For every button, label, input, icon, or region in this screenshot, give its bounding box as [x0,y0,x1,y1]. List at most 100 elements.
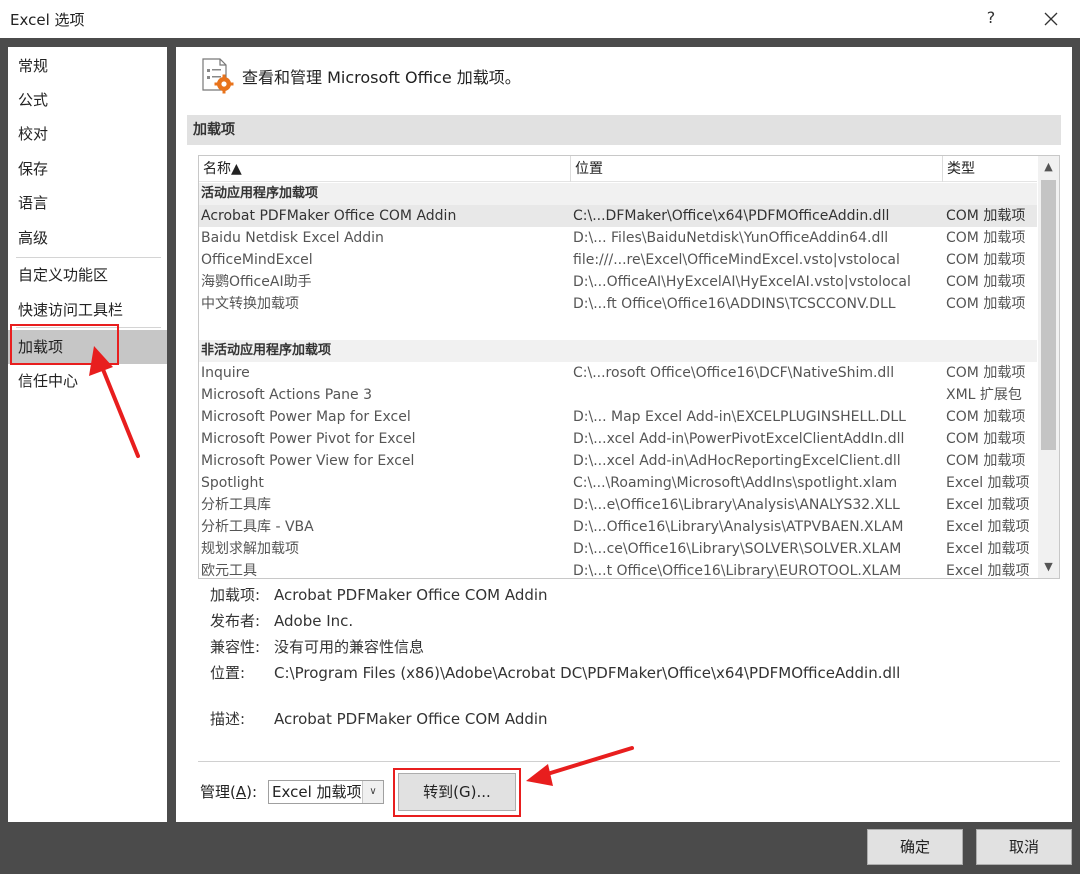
table-row[interactable]: Microsoft Power Map for Excel D:\... Map… [199,406,1037,428]
scroll-up-icon[interactable]: ▲ [1038,156,1059,178]
detail-label: 位置: [210,664,246,682]
scroll-thumb[interactable] [1041,180,1056,450]
addin-location: file:///...re\Excel\OfficeMindExcel.vsto… [573,252,900,268]
addin-type: Excel 加载项 [946,519,1030,535]
table-row[interactable]: Microsoft Power Pivot for Excel D:\...xc… [199,428,1037,450]
detail-label: 发布者: [210,612,261,630]
sidebar-item-language[interactable]: 语言 [8,186,167,220]
addin-name: Microsoft Power View for Excel [201,453,415,469]
sidebar: 常规 公式 校对 保存 语言 高级 自定义功能区 快速访问工具栏 加载项 信任中… [8,47,167,822]
manage-label-suffix: ): [246,783,258,801]
ok-button[interactable]: 确定 [867,829,963,865]
list-header: 名称▲ 位置 类型 [199,156,1037,182]
detail-label: 描述: [210,710,246,728]
sidebar-item-formulas[interactable]: 公式 [8,83,167,117]
detail-label: 加载项: [210,586,261,604]
section-title: 加载项 [187,115,1061,145]
highlight-box [10,324,119,365]
addin-name: Microsoft Actions Pane 3 [201,387,372,403]
addin-name: Inquire [201,365,250,381]
addin-type: Excel 加载项 [946,541,1030,557]
addin-type: XML 扩展包 [946,387,1022,403]
sidebar-item-trust-center[interactable]: 信任中心 [8,364,167,398]
addin-type: COM 加载项 [946,208,1026,224]
addin-type: Excel 加载项 [946,563,1030,579]
addin-location: D:\...ft Office\Office16\ADDINS\TCSCCONV… [573,296,896,312]
addin-location: C:\...DFMaker\Office\x64\PDFMOfficeAddin… [573,208,890,224]
addin-name: 分析工具库 - VBA [201,519,314,535]
addins-list[interactable]: 名称▲ 位置 类型 活动应用程序加载项 Acrobat PDFMaker Off… [198,155,1060,579]
manage-select[interactable]: Excel 加载项 ∨ [268,780,384,804]
table-row[interactable]: Microsoft Actions Pane 3 XML 扩展包 [199,384,1037,406]
column-header-name[interactable]: 名称▲ [199,156,571,182]
addin-name: 中文转换加载项 [201,296,299,312]
addin-location: D:\...t Office\Office16\Library\EUROTOOL… [573,563,902,579]
cancel-button[interactable]: 取消 [976,829,1072,865]
addin-type: COM 加载项 [946,296,1026,312]
addin-name: Microsoft Power Map for Excel [201,409,411,425]
table-row[interactable]: 分析工具库 D:\...e\Office16\Library\Analysis\… [199,494,1037,516]
addin-type: Excel 加载项 [946,475,1030,491]
main-panel: 查看和管理 Microsoft Office 加载项。 加载项 名称▲ 位置 类… [176,47,1072,822]
sidebar-item-general[interactable]: 常规 [8,49,167,83]
addin-location: D:\...e\Office16\Library\Analysis\ANALYS… [573,497,900,513]
addin-name: 欧元工具 [201,563,257,579]
addin-type: COM 加载项 [946,453,1026,469]
group-header: 非活动应用程序加载项 [199,340,1037,362]
addin-name: 海鹦OfficeAI助手 [201,274,312,290]
addins-settings-icon [200,57,236,95]
detail-value: C:\Program Files (x86)\Adobe\Acrobat DC\… [274,664,901,682]
highlight-box [393,768,521,817]
manage-label: 管理(A): [200,781,257,802]
table-row[interactable]: 海鹦OfficeAI助手 D:\...OfficeAI\HyExcelAI\Hy… [199,271,1037,293]
help-button[interactable]: ? [979,6,1003,30]
addin-type: COM 加载项 [946,230,1026,246]
addin-type: COM 加载项 [946,274,1026,290]
addin-name: Microsoft Power Pivot for Excel [201,431,416,447]
detail-label: 兼容性: [210,638,261,656]
addin-name: Spotlight [201,475,264,491]
addin-name: Acrobat PDFMaker Office COM Addin [201,208,457,224]
list-scrollbar[interactable]: ▲ ▼ [1038,156,1059,578]
sidebar-item-customize-ribbon[interactable]: 自定义功能区 [8,258,167,292]
table-row[interactable]: Inquire C:\...rosoft Office\Office16\DCF… [199,362,1037,384]
table-row[interactable]: Spotlight C:\...\Roaming\Microsoft\AddIn… [199,472,1037,494]
footer-divider [198,761,1060,762]
chevron-down-icon[interactable]: ∨ [362,781,383,803]
manage-label-accesskey: A [235,783,247,801]
table-row[interactable]: Baidu Netdisk Excel Addin D:\... Files\B… [199,227,1037,249]
addin-type: COM 加载项 [946,431,1026,447]
table-row[interactable]: Acrobat PDFMaker Office COM Addin C:\...… [199,205,1037,227]
group-title: 活动应用程序加载项 [201,186,319,201]
manage-select-value: Excel 加载项 [272,783,362,801]
addin-type: COM 加载项 [946,252,1026,268]
table-row[interactable]: Microsoft Power View for Excel D:\...xce… [199,450,1037,472]
addin-location: D:\...OfficeAI\HyExcelAI\HyExcelAI.vsto|… [573,274,911,290]
column-header-location[interactable]: 位置 [571,156,943,182]
addin-location: D:\...Office16\Library\Analysis\ATPVBAEN… [573,519,904,535]
detail-value: Acrobat PDFMaker Office COM Addin [274,586,548,604]
scroll-down-icon[interactable]: ▼ [1038,556,1059,578]
addin-location: D:\... Map Excel Add-in\EXCELPLUGINSHELL… [573,409,906,425]
close-icon[interactable] [1038,6,1064,32]
table-row[interactable]: 分析工具库 - VBA D:\...Office16\Library\Analy… [199,516,1037,538]
addin-location: C:\...rosoft Office\Office16\DCF\NativeS… [573,365,895,381]
table-row[interactable]: 规划求解加载项 D:\...ce\Office16\Library\SOLVER… [199,538,1037,560]
sidebar-item-proofing[interactable]: 校对 [8,117,167,151]
detail-value: 没有可用的兼容性信息 [274,638,425,656]
sidebar-item-advanced[interactable]: 高级 [8,221,167,255]
addin-location: D:\...ce\Office16\Library\SOLVER\SOLVER.… [573,541,902,557]
table-row[interactable]: 中文转换加载项 D:\...ft Office\Office16\ADDINS\… [199,293,1037,315]
addin-location: D:\...xcel Add-in\PowerPivotExcelClientA… [573,431,905,447]
sidebar-item-save[interactable]: 保存 [8,152,167,186]
addin-name: Baidu Netdisk Excel Addin [201,230,384,246]
detail-value: Acrobat PDFMaker Office COM Addin [274,710,548,728]
addin-type: COM 加载项 [946,365,1026,381]
column-header-type[interactable]: 类型 [943,156,1037,182]
table-row[interactable]: OfficeMindExcel file:///...re\Excel\Offi… [199,249,1037,271]
sidebar-item-quick-access[interactable]: 快速访问工具栏 [8,293,167,327]
addin-location: D:\... Files\BaiduNetdisk\YunOfficeAddin… [573,230,889,246]
table-row[interactable]: 欧元工具 D:\...t Office\Office16\Library\EUR… [199,560,1037,579]
addin-name: 分析工具库 [201,497,271,513]
addin-location: C:\...\Roaming\Microsoft\AddIns\spotligh… [573,475,898,491]
